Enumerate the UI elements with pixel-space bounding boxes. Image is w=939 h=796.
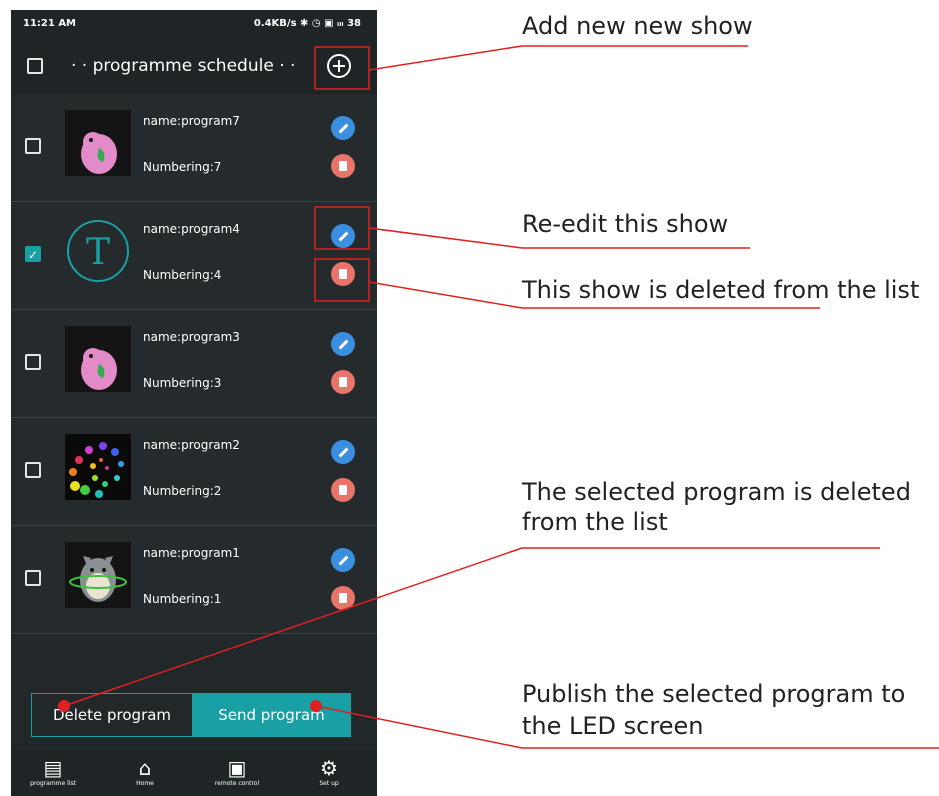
annotation-edit: Re-edit this show	[522, 210, 729, 238]
annotation-publish-1: Publish the selected program to	[522, 680, 906, 708]
annotation-dot-delete	[58, 700, 70, 712]
annotation-delete-one: This show is deleted from the list	[522, 276, 920, 304]
highlight-edit	[314, 206, 370, 250]
annotation-dot-send	[310, 700, 322, 712]
annotation-delete-selected-1: The selected program is deleted	[522, 478, 911, 506]
highlight-delete	[314, 258, 370, 302]
annotation-lines	[63, 45, 939, 749]
highlight-add	[314, 46, 370, 90]
annotation-publish-2: the LED screen	[522, 712, 704, 740]
annotation-add: Add new new show	[522, 12, 753, 40]
annotation-delete-selected-2: from the list	[522, 508, 668, 536]
